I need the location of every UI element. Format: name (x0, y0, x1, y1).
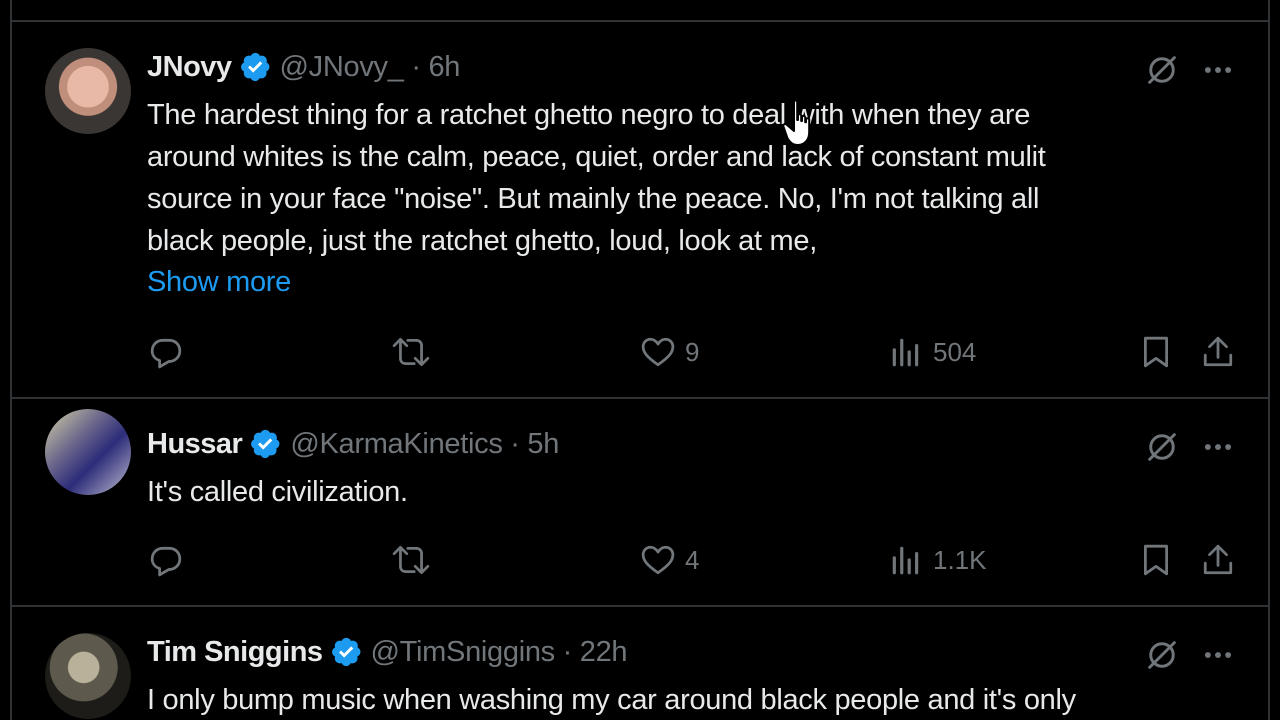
heart-icon (641, 335, 675, 369)
tweet-header: Hussar @KarmaKinetics · 5h (147, 427, 559, 461)
author-name[interactable]: JNovy (147, 51, 232, 84)
more-icon[interactable] (1200, 637, 1236, 673)
like-count: 9 (685, 336, 700, 367)
tweet-text-line: It's called civilization. (147, 476, 408, 508)
tweet-actions: 4 1.1K (147, 538, 1247, 582)
like-button[interactable]: 4 (641, 538, 699, 582)
like-button[interactable]: 9 (641, 330, 699, 374)
views-icon (889, 543, 923, 577)
tweet-text-line: source in your face "noise". But mainly … (147, 183, 1040, 215)
verified-badge-icon (329, 635, 363, 669)
retweet-button[interactable] (392, 538, 430, 582)
share-button[interactable] (1201, 538, 1235, 582)
bookmark-icon (1139, 335, 1173, 369)
bookmark-icon (1139, 543, 1173, 577)
avatar[interactable] (45, 633, 131, 719)
views-icon (889, 335, 923, 369)
author-handle-time[interactable]: @TimSniggins · 22h (371, 636, 628, 669)
heart-icon (641, 543, 675, 577)
tweet-header: JNovy @JNovy_ · 6h (147, 50, 460, 84)
tweet[interactable]: Hussar @KarmaKinetics · 5h It's called c… (12, 399, 1268, 605)
reply-icon (149, 335, 183, 369)
tweet-text: The hardest thing for a ratchet ghetto n… (147, 94, 1227, 262)
tweet-text: It's called civilization. (147, 471, 1227, 513)
timeline-feed: JNovy @JNovy_ · 6h The hardest thing for… (10, 0, 1270, 720)
share-button[interactable] (1201, 330, 1235, 374)
more-icon[interactable] (1200, 429, 1236, 465)
retweet-icon (392, 543, 430, 577)
reply-button[interactable] (149, 330, 183, 374)
reply-icon (149, 543, 183, 577)
verified-badge-icon (238, 50, 272, 84)
grok-icon[interactable] (1144, 52, 1180, 88)
reply-button[interactable] (149, 538, 183, 582)
avatar[interactable] (45, 409, 131, 495)
show-more-link[interactable]: Show more (147, 266, 291, 299)
tweet-actions: 9 504 (147, 330, 1247, 374)
like-count: 4 (685, 544, 700, 575)
tweet-header: Tim Sniggins @TimSniggins · 22h (147, 635, 628, 669)
retweet-icon (392, 335, 430, 369)
share-icon (1201, 543, 1235, 577)
more-icon[interactable] (1200, 52, 1236, 88)
views-button[interactable]: 504 (889, 330, 976, 374)
bookmark-button[interactable] (1139, 330, 1173, 374)
tweet-text-line: The hardest thing for a ratchet ghetto n… (147, 99, 1031, 131)
avatar[interactable] (45, 48, 131, 134)
author-name[interactable]: Tim Sniggins (147, 636, 323, 669)
tweet[interactable]: JNovy @JNovy_ · 6h The hardest thing for… (12, 22, 1268, 397)
author-handle-time[interactable]: @JNovy_ · 6h (280, 51, 461, 84)
tweet-top-actions (1144, 637, 1236, 673)
retweet-button[interactable] (392, 330, 430, 374)
tweet-top-actions (1144, 429, 1236, 465)
views-button[interactable]: 1.1K (889, 538, 987, 582)
verified-badge-icon (248, 427, 282, 461)
tweet-text: I only bump music when washing my car ar… (147, 679, 1227, 720)
tweet-text-line: around whites is the calm, peace, quiet,… (147, 141, 1046, 173)
share-icon (1201, 335, 1235, 369)
bookmark-button[interactable] (1139, 538, 1173, 582)
tweet-text-line: I only bump music when washing my car ar… (147, 684, 1076, 716)
grok-icon[interactable] (1144, 637, 1180, 673)
grok-icon[interactable] (1144, 429, 1180, 465)
tweet-text-line: black people, just the ratchet ghetto, l… (147, 225, 817, 257)
hand-cursor-icon (782, 99, 811, 146)
tweet[interactable]: Tim Sniggins @TimSniggins · 22h I only b… (12, 607, 1268, 720)
author-name[interactable]: Hussar (147, 428, 243, 461)
author-handle-time[interactable]: @KarmaKinetics · 5h (290, 428, 559, 461)
view-count: 504 (933, 336, 977, 367)
view-count: 1.1K (933, 544, 987, 575)
tweet-top-actions (1144, 52, 1236, 88)
